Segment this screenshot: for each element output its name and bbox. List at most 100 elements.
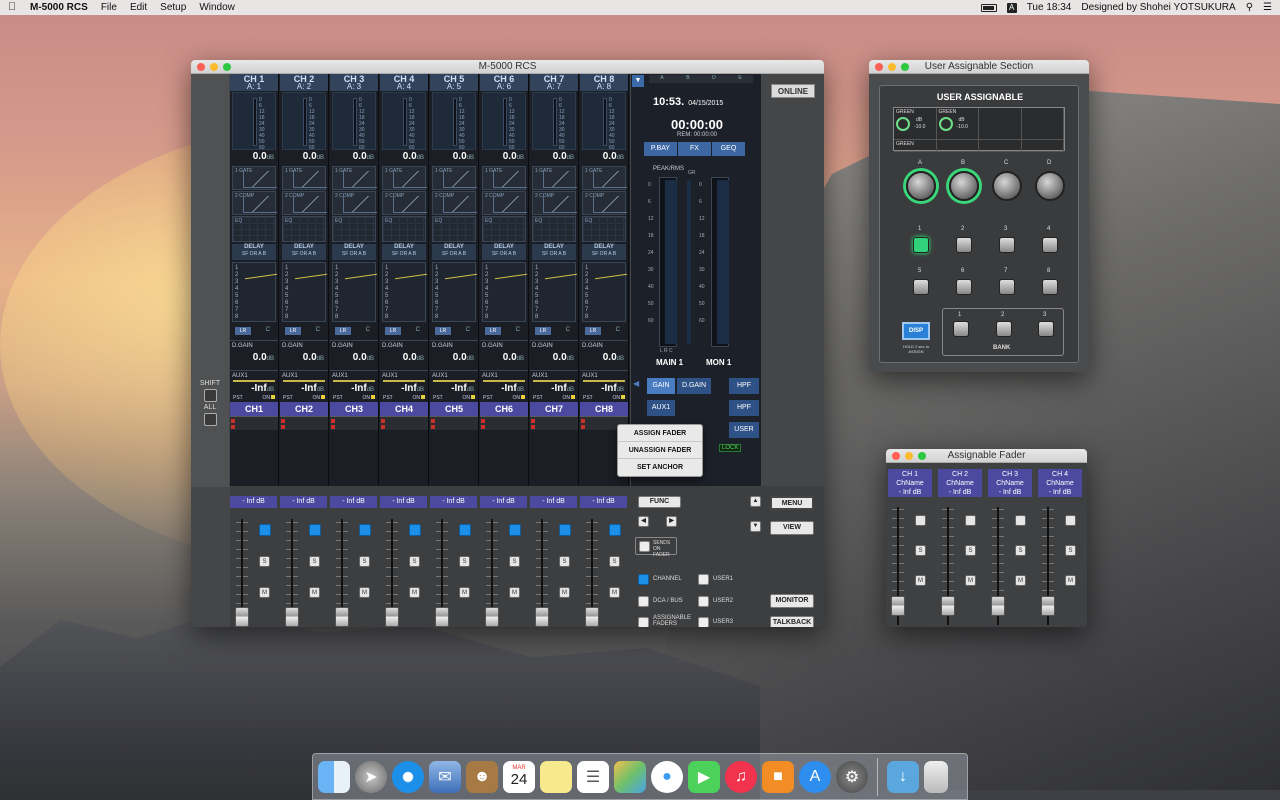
comp-section[interactable]: 2 COMP [382, 191, 427, 215]
contacts-icon[interactable]: ☻ [466, 760, 498, 793]
zoom-icon[interactable] [901, 63, 909, 71]
mail-icon[interactable]: ✉ [429, 760, 461, 793]
bus-send-section[interactable]: 12345678 [482, 262, 527, 322]
dgain-section[interactable]: D.GAIN 0.0dB [380, 340, 428, 370]
delay-section[interactable]: DELAY SF OR A B [282, 244, 326, 260]
channel-name[interactable]: CH5 [430, 402, 478, 416]
bus-send-section[interactable]: 12345678 [332, 262, 377, 322]
channel-header[interactable]: CH 5 A: 5 [430, 74, 478, 91]
zoom-icon[interactable] [918, 452, 926, 460]
on-indicator[interactable] [371, 395, 375, 399]
gate-section[interactable]: 1 GATE [582, 166, 627, 190]
downloads-icon[interactable]: ↓ [887, 760, 919, 793]
solo-button[interactable]: S [409, 556, 420, 567]
app-store-icon[interactable]: A [799, 760, 831, 793]
channel-header[interactable]: CH 6 A: 6 [480, 74, 528, 91]
user-button-6[interactable] [956, 279, 972, 295]
minimize-icon[interactable] [905, 452, 913, 460]
gain-value-row[interactable]: 0.0dB [530, 151, 578, 165]
messages-icon[interactable]: ● [651, 760, 683, 793]
user-button-1[interactable] [913, 237, 929, 253]
dgain-section[interactable]: D.GAIN 0.0dB [330, 340, 378, 370]
dgain-section[interactable]: D.GAIN 0.0dB [280, 340, 328, 370]
aux-section[interactable]: AUX1 -InfdB PST ON [530, 370, 578, 402]
gain-value-row[interactable]: 0.0dB [280, 151, 328, 165]
aux-section[interactable]: AUX1 -InfdB PST ON [380, 370, 428, 402]
aux-section[interactable]: AUX1 -InfdB PST ON [480, 370, 528, 402]
disp-button[interactable]: DISP [902, 322, 930, 340]
af-header[interactable]: CH 2 ChName - Inf dB [938, 469, 982, 497]
fader-knob[interactable] [235, 607, 249, 627]
delay-section[interactable]: DELAY SF OR A B [232, 244, 276, 260]
gate-section[interactable]: 1 GATE [332, 166, 377, 190]
gain-value-row[interactable]: 0.0dB [230, 151, 278, 165]
lr-button[interactable]: LR [535, 327, 551, 335]
func-button[interactable]: FUNC [638, 496, 681, 508]
itunes-icon[interactable]: ♫ [725, 760, 757, 793]
channel-name[interactable]: CH7 [530, 402, 578, 416]
solo-button[interactable]: S [609, 556, 620, 567]
bus-send-section[interactable]: 12345678 [432, 262, 477, 322]
pan-section[interactable]: LR C [532, 326, 576, 336]
apple-menu-icon[interactable]:  [8, 2, 18, 13]
user1-radio[interactable] [698, 574, 709, 585]
menu-setup[interactable]: Setup [160, 2, 186, 13]
knob-d[interactable] [1035, 171, 1065, 201]
lr-button[interactable]: LR [285, 327, 301, 335]
bus-send-section[interactable]: 12345678 [582, 262, 627, 322]
gain-value-row[interactable]: 0.0dB [580, 151, 628, 165]
gain-value-row[interactable]: 0.0dB [480, 151, 528, 165]
spotlight-icon[interactable]: ⚲ [1246, 2, 1253, 13]
tab-hpf[interactable]: HPF [729, 378, 759, 394]
tab-gain[interactable]: GAIN [647, 378, 675, 394]
monitor-button[interactable]: MONITOR [770, 594, 814, 608]
solo-button[interactable]: S [509, 556, 520, 567]
mute-button[interactable]: M [609, 587, 620, 598]
photos-icon[interactable] [614, 760, 646, 793]
select-button[interactable] [259, 524, 271, 536]
mute-button[interactable]: M [965, 575, 976, 586]
solo-button[interactable]: S [915, 545, 926, 556]
lr-button[interactable]: LR [335, 327, 351, 335]
select-button[interactable] [409, 524, 421, 536]
gate-section[interactable]: 1 GATE [532, 166, 577, 190]
notes-icon[interactable] [540, 760, 572, 793]
lr-button[interactable]: LR [585, 327, 601, 335]
tab-pbay[interactable]: P.BAY [644, 142, 677, 156]
gate-section[interactable]: 1 GATE [482, 166, 527, 190]
comp-section[interactable]: 2 COMP [232, 191, 277, 215]
comp-section[interactable]: 2 COMP [282, 191, 327, 215]
channel-header[interactable]: CH 7 A: 7 [530, 74, 578, 91]
mute-button[interactable]: M [509, 587, 520, 598]
select-button[interactable] [915, 515, 926, 526]
knob-a[interactable] [906, 171, 936, 201]
channel-header[interactable]: CH 8 A: 8 [580, 74, 628, 91]
dgain-section[interactable]: D.GAIN 0.0dB [480, 340, 528, 370]
solo-button[interactable]: S [459, 556, 470, 567]
channel-header[interactable]: CH 3 A: 3 [330, 74, 378, 91]
dgain-section[interactable]: D.GAIN 0.0dB [230, 340, 278, 370]
fader-knob[interactable] [585, 607, 599, 627]
aux-section[interactable]: AUX1 -InfdB PST ON [330, 370, 378, 402]
on-indicator[interactable] [471, 395, 475, 399]
gain-value-row[interactable]: 0.0dB [380, 151, 428, 165]
app-menu[interactable]: M-5000 RCS [30, 2, 88, 13]
solo-button[interactable]: S [259, 556, 270, 567]
select-button[interactable] [965, 515, 976, 526]
af-titlebar[interactable]: Assignable Fader [886, 449, 1087, 463]
aux-section[interactable]: AUX1 -InfdB PST ON [280, 370, 328, 402]
menu-file[interactable]: File [101, 2, 117, 13]
tab-aux1[interactable]: AUX1 [647, 400, 675, 416]
launchpad-icon[interactable]: ➤ [355, 760, 387, 793]
fader-knob[interactable] [891, 596, 905, 616]
comp-section[interactable]: 2 COMP [432, 191, 477, 215]
solo-button[interactable]: S [965, 545, 976, 556]
select-button[interactable] [1015, 515, 1026, 526]
down-button[interactable]: ▼ [750, 521, 761, 532]
bus-send-section[interactable]: 12345678 [232, 262, 277, 322]
comp-section[interactable]: 2 COMP [332, 191, 377, 215]
pan-section[interactable]: LR C [582, 326, 626, 336]
unassign-fader-item[interactable]: UNASSIGN FADER [618, 442, 702, 459]
lr-button[interactable]: LR [435, 327, 451, 335]
lock-indicator[interactable]: LOCK [719, 444, 742, 452]
